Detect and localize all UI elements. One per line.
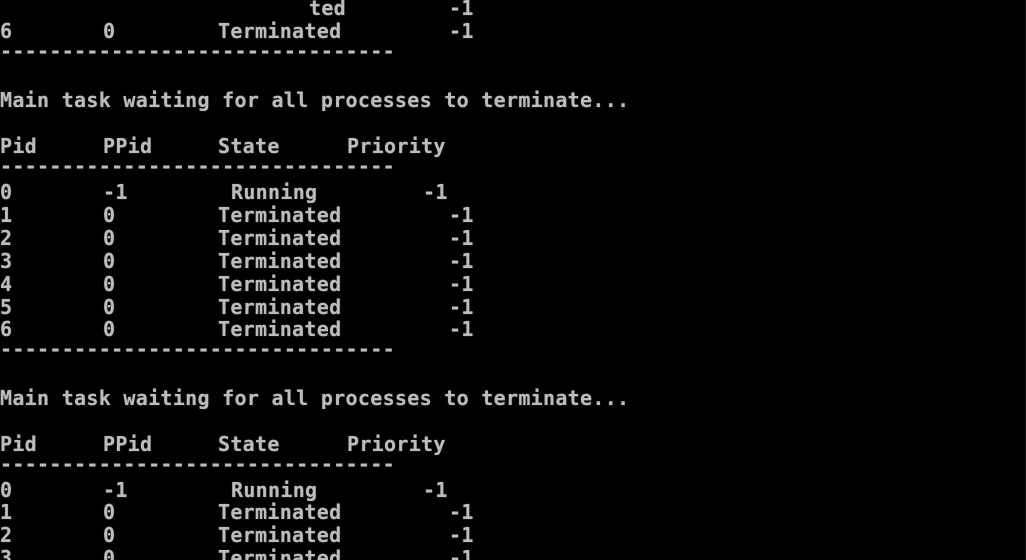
ppid-cell: 0	[103, 249, 116, 273]
priority-cell: -1	[449, 500, 474, 524]
table-row: 5 0 Terminated -1	[0, 295, 473, 319]
state-cell: Terminated	[218, 295, 342, 319]
divider-line: --------------------------------	[0, 338, 395, 361]
table-row: 1 0 Terminated -1	[0, 500, 473, 524]
divider-line: --------------------------------	[0, 453, 395, 476]
divider-line: --------------------------------	[0, 155, 395, 178]
ppid-cell: -1	[103, 478, 128, 502]
waiting-message: Main task waiting for all processes to t…	[0, 89, 629, 112]
priority-cell: -1	[423, 180, 448, 204]
ppid-cell: -1	[103, 180, 128, 204]
waiting-message-text: Main task waiting for all processes to t…	[0, 386, 630, 410]
pid-cell: 1	[0, 500, 13, 524]
divider: --------------------------------	[0, 39, 395, 63]
divider: --------------------------------	[0, 337, 395, 361]
pid-cell: 1	[0, 203, 13, 227]
pid-cell: 2	[0, 523, 13, 547]
priority-cell: -1	[449, 295, 474, 319]
pid-cell: 4	[0, 272, 13, 296]
pid-cell: 5	[0, 295, 13, 319]
state-cell: Terminated	[218, 523, 342, 547]
table-row: 2 0 Terminated -1	[0, 523, 473, 547]
pid-cell: 3	[0, 546, 13, 560]
ppid-cell: 0	[103, 523, 116, 547]
waiting-message-text: Main task waiting for all processes to t…	[0, 88, 630, 112]
priority-cell: -1	[423, 478, 448, 502]
divider: --------------------------------	[0, 154, 395, 178]
priority-cell: -1	[449, 546, 474, 560]
state-cell: Terminated	[218, 203, 342, 227]
priority-cell: -1	[449, 523, 474, 547]
state-cell: Terminated	[218, 546, 342, 560]
priority-cell: -1	[449, 226, 474, 250]
table-row: 4 0 Terminated -1	[0, 272, 473, 296]
ppid-cell: 0	[103, 546, 116, 560]
waiting-message: Main task waiting for all processes to t…	[0, 387, 629, 410]
table-row: 3 0 Terminated -1	[0, 546, 473, 560]
table-row: 1 0 Terminated -1	[0, 203, 473, 227]
state-cell: Terminated	[218, 272, 342, 296]
priority-cell: -1	[449, 249, 474, 273]
table-row: 0 -1 Running -1	[0, 478, 447, 502]
divider-line: --------------------------------	[0, 40, 395, 63]
terminal-line-partial: ted -1	[0, 0, 473, 20]
priority-cell: -1	[449, 203, 474, 227]
ppid-cell: 0	[103, 203, 116, 227]
table-row: 3 0 Terminated -1	[0, 249, 473, 273]
state-cell: Terminated	[218, 500, 342, 524]
pid-cell: 0	[0, 478, 13, 502]
table-row: 2 0 Terminated -1	[0, 226, 473, 250]
state-cell: Running	[231, 180, 318, 204]
table-row: 0 -1 Running -1	[0, 180, 447, 204]
ppid-cell: 0	[103, 226, 116, 250]
state-cell: Terminated	[218, 226, 342, 250]
priority-cell: -1	[449, 317, 474, 341]
state-cell: Running	[231, 478, 318, 502]
state-cell: Terminated	[218, 249, 342, 273]
priority-cell: -1	[449, 0, 474, 20]
divider: --------------------------------	[0, 452, 395, 476]
ppid-cell: 0	[103, 272, 116, 296]
pid-cell: 0	[0, 180, 13, 204]
priority-cell: -1	[449, 272, 474, 296]
pid-cell: 3	[0, 249, 13, 273]
ppid-cell: 0	[103, 295, 116, 319]
terminal-screen: ted -1 6 0 Terminated -1 ---------------…	[0, 0, 1026, 560]
priority-cell: -1	[449, 19, 474, 43]
state-cell: ted	[309, 0, 347, 20]
pid-cell: 2	[0, 226, 13, 250]
ppid-cell: 0	[103, 500, 116, 524]
